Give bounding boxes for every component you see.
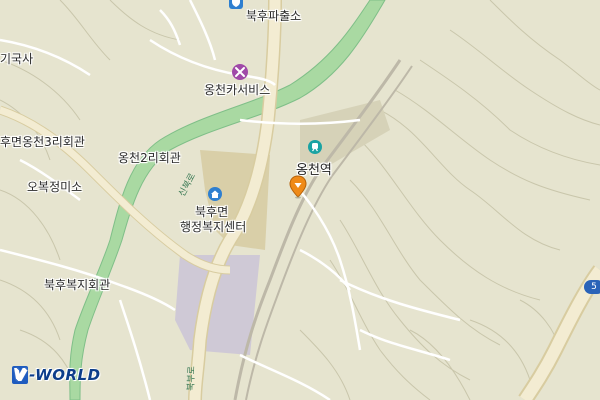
label-ongcheon3-hall[interactable]: 후면옹천3리회관 [0,133,85,150]
vworld-logo-text: -WORLD [29,366,101,384]
map-base-layer [0,0,600,400]
label-police-box[interactable]: 북후파출소 [246,7,301,24]
label-welfare-hall[interactable]: 북후복지회관 [44,276,110,293]
police-icon[interactable] [229,0,243,9]
location-pin-icon[interactable] [288,175,308,199]
vworld-logo: V -WORLD [12,366,101,384]
government-office-icon[interactable] [208,187,222,201]
label-obokjeongmiso[interactable]: 오복정미소 [27,178,82,195]
route-shield: 5 [584,280,600,294]
car-repair-icon[interactable] [232,64,248,80]
road-label-south: 북부로 [186,365,198,392]
railway-station-icon[interactable] [308,140,322,154]
map-view[interactable]: 북후파출소 기국사 옹천카서비스 후면옹천3리회관 옹천2리회관 옹천역 오복정… [0,0,600,400]
vworld-logo-mark: V [12,366,29,384]
label-admin-center-line2[interactable]: 행정복지센터 [180,218,246,235]
label-ongcheon2-hall[interactable]: 옹천2리회관 [118,149,181,166]
label-gukgisa[interactable]: 기국사 [0,50,33,67]
contour-lines [0,0,600,400]
label-car-service[interactable]: 옹천카서비스 [204,81,270,98]
